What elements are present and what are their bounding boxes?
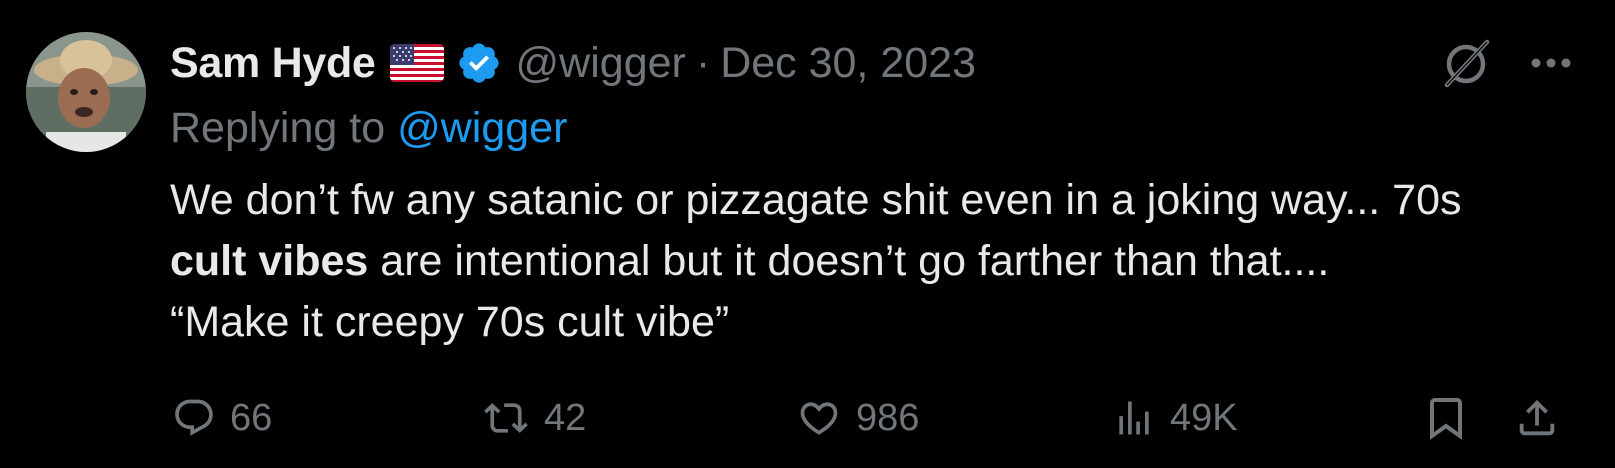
avatar[interactable] [26, 32, 146, 152]
grok-icon[interactable] [1441, 37, 1493, 89]
bookmark-button[interactable] [1422, 390, 1470, 446]
replying-to-line: Replying to @wigger [170, 104, 567, 153]
tweet-text-line-3: “Make it creepy 70s cult vibe” [170, 298, 730, 346]
reply-button[interactable]: 66 [172, 390, 272, 446]
tweet-top-actions [1441, 36, 1573, 90]
tweet-date[interactable]: Dec 30, 2023 [720, 39, 976, 88]
verified-badge-icon[interactable] [456, 40, 502, 86]
tweet-text-line-1: We don’t fw any satanic or pizzagate shi… [170, 176, 1462, 224]
us-flag-icon [389, 44, 444, 82]
views-icon [1112, 396, 1156, 440]
tweet-text: We don’t fw any satanic or pizzagate shi… [170, 170, 1570, 353]
heart-icon [796, 396, 842, 440]
tweet-header: Sam Hyde @wigger · Dec 30, 2023 [170, 36, 976, 90]
author-name[interactable]: Sam Hyde [170, 39, 376, 88]
retweet-icon [482, 396, 530, 440]
tweet-actions-bar: 66 42 986 49K [172, 390, 1572, 446]
tweet-text-bold: cult vibes [170, 237, 369, 285]
share-button[interactable] [1514, 390, 1560, 446]
reply-count: 66 [230, 396, 273, 439]
author-handle[interactable]: @wigger [516, 39, 686, 88]
separator-dot: · [695, 38, 711, 87]
more-icon[interactable] [1529, 56, 1573, 70]
retweet-button[interactable]: 42 [482, 390, 586, 446]
like-button[interactable]: 986 [796, 390, 919, 446]
tweet-text-line-2-rest: are intentional but it doesn’t go farthe… [368, 237, 1330, 285]
like-count: 986 [856, 396, 920, 439]
retweet-count: 42 [544, 396, 587, 439]
replying-to-handle[interactable]: @wigger [397, 104, 567, 152]
share-icon [1514, 395, 1560, 441]
reply-icon [172, 396, 216, 440]
views-count: 49K [1170, 396, 1238, 439]
tweet-text-line-2: cult vibes are intentional but it doesn’… [170, 231, 1570, 292]
views-button[interactable]: 49K [1112, 390, 1238, 446]
bookmark-icon [1422, 394, 1470, 442]
replying-to-label: Replying to [170, 104, 386, 152]
